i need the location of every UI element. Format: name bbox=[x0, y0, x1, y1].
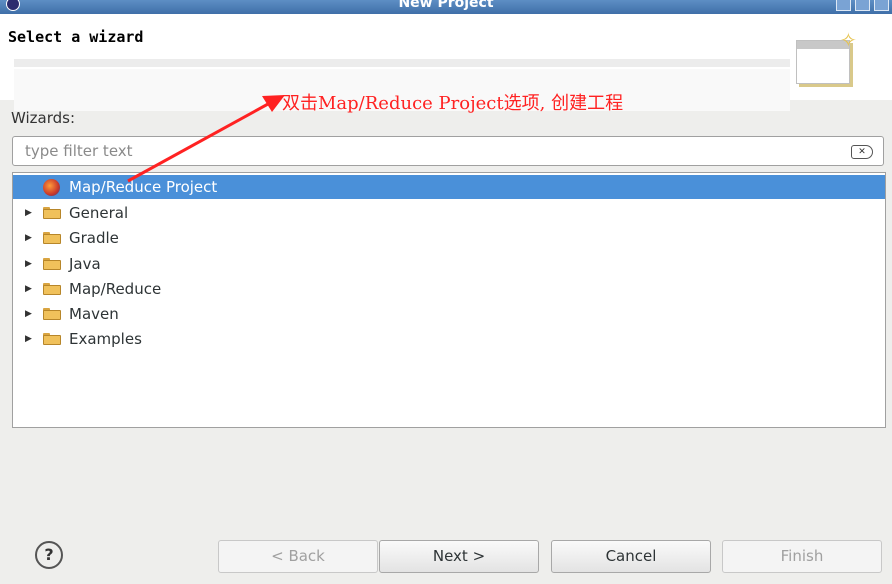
annotation-arrow bbox=[127, 95, 285, 183]
annotation-text: 双击Map/Reduce Project选项, 创建工程 bbox=[282, 93, 624, 114]
help-icon[interactable]: ? bbox=[35, 541, 63, 569]
cancel-button[interactable]: Cancel bbox=[551, 540, 711, 573]
finish-button[interactable]: Finish bbox=[722, 540, 882, 573]
back-button[interactable]: < Back bbox=[218, 540, 378, 573]
next-button[interactable]: Next > bbox=[379, 540, 539, 573]
